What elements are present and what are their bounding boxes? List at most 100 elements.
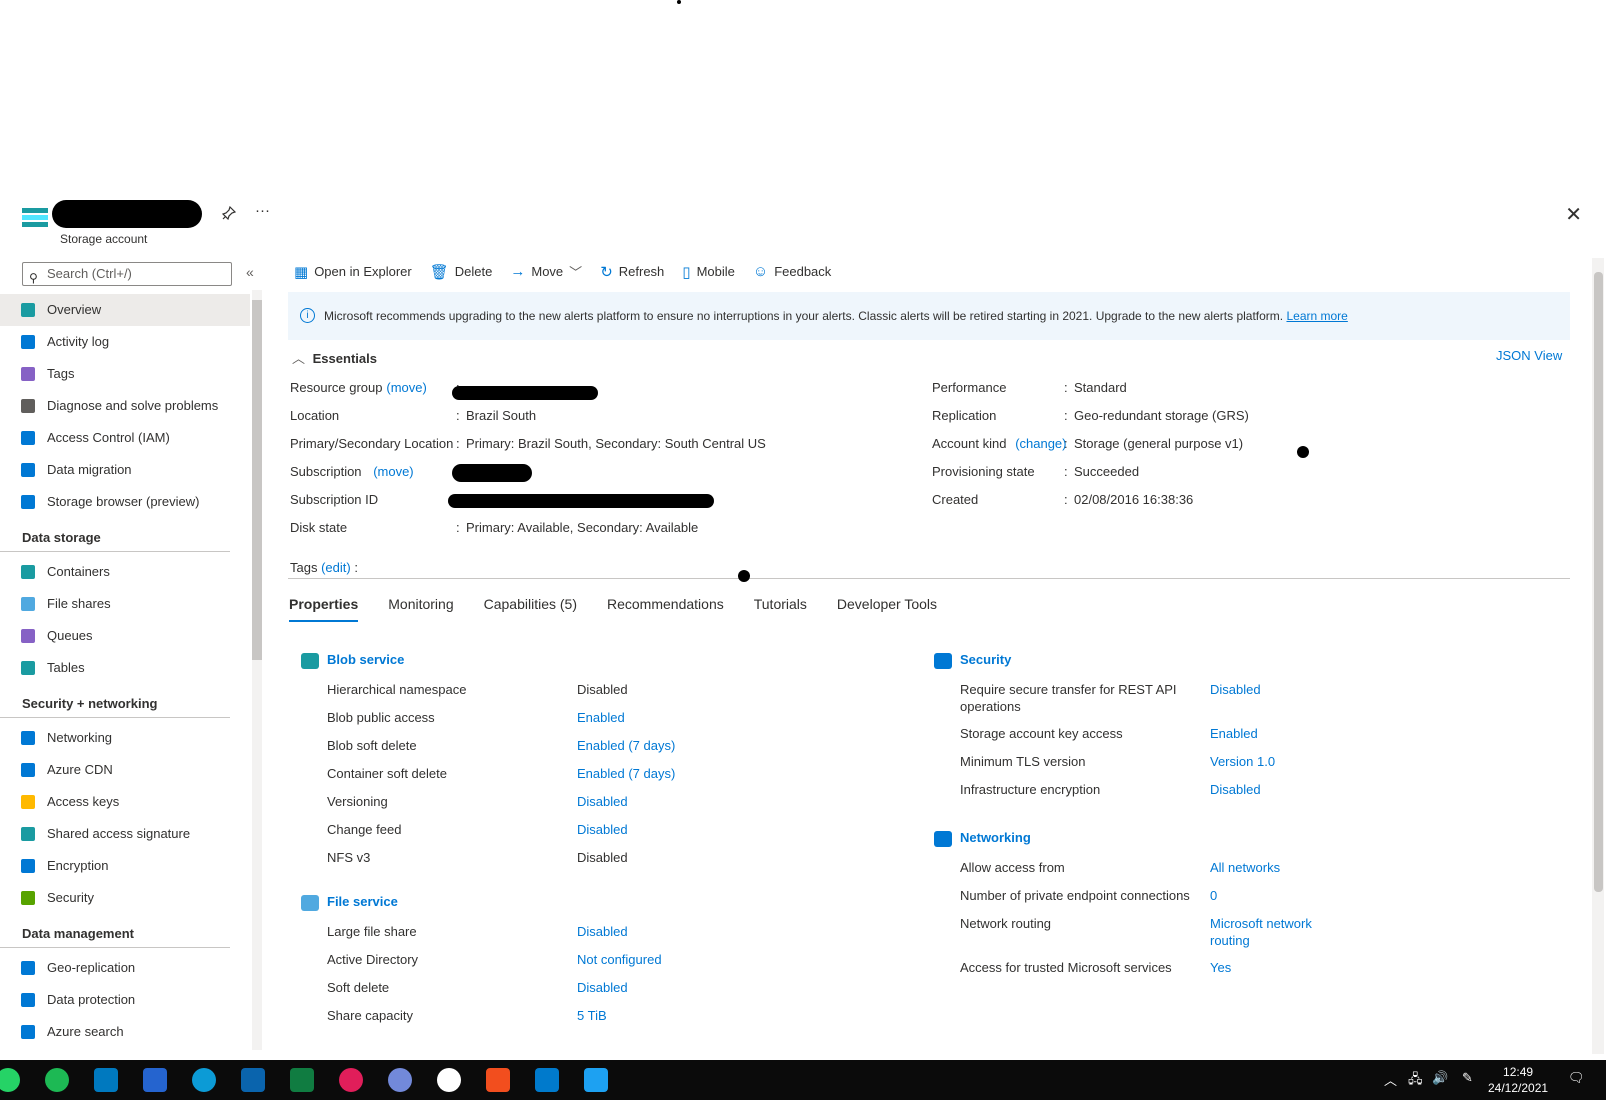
learn-more-link[interactable]: Learn more <box>1286 309 1347 323</box>
discord-icon[interactable] <box>388 1068 412 1092</box>
sidebar-item-diagnose-and-solve-problems[interactable]: Diagnose and solve problems <box>0 390 250 422</box>
sidebar-item-azure-cdn[interactable]: Azure CDN <box>0 754 250 786</box>
essentials-action-link[interactable]: (move) <box>373 464 413 479</box>
vscode-icon[interactable] <box>535 1068 559 1092</box>
sidebar-item-networking[interactable]: Networking <box>0 722 250 754</box>
tab-capabilities-5[interactable]: Capabilities (5) <box>484 596 577 622</box>
sidebar-item-containers[interactable]: Containers <box>0 556 250 588</box>
twitter-icon[interactable] <box>584 1068 608 1092</box>
tab-developer-tools[interactable]: Developer Tools <box>837 596 937 622</box>
tab-tutorials[interactable]: Tutorials <box>754 596 807 622</box>
property-value[interactable]: 5 TiB <box>577 1008 607 1023</box>
stray-dot <box>677 0 681 4</box>
sidebar-scrollbar-thumb[interactable] <box>252 300 262 660</box>
property-value[interactable]: Version 1.0 <box>1210 754 1275 769</box>
sidebar-item-encryption[interactable]: Encryption <box>0 850 250 882</box>
essentials-action-link[interactable]: (change) <box>1015 436 1066 451</box>
tab-properties[interactable]: Properties <box>289 596 359 622</box>
delete-button[interactable]: 🗑 Delete <box>430 262 493 281</box>
trello-icon[interactable] <box>94 1068 118 1092</box>
outlook-icon[interactable] <box>241 1068 265 1092</box>
essentials-colon: : <box>1064 464 1068 479</box>
sidebar-item-geo-replication[interactable]: Geo-replication <box>0 952 250 984</box>
stray-dot <box>1297 446 1309 458</box>
feedback-button[interactable]: ☺ Feedback <box>753 262 831 281</box>
network-icon[interactable]: 🖧 <box>1408 1070 1423 1092</box>
close-icon[interactable]: ✕ <box>1565 202 1582 227</box>
clock[interactable]: 12:49 24/12/2021 <box>1488 1064 1548 1096</box>
property-label: Soft delete <box>327 980 390 995</box>
sidebar-item-overview[interactable]: Overview <box>0 294 250 326</box>
open-in-explorer-button[interactable]: ▦ Open in Explorer <box>294 262 412 281</box>
property-row: Minimum TLS version Version 1.0 <box>960 754 1360 769</box>
collapse-sidebar-button[interactable]: « <box>246 264 254 280</box>
sidebar-item-label: Encryption <box>47 858 109 873</box>
sidebar-item-azure-search[interactable]: Azure search <box>0 1016 250 1048</box>
file-section-title[interactable]: File service <box>327 894 398 909</box>
sidebar-item-activity-log[interactable]: Activity log <box>0 326 250 358</box>
search-input[interactable]: ⚲ Search (Ctrl+/) <box>22 262 232 286</box>
sidebar-item-tables[interactable]: Tables <box>0 652 250 684</box>
blob-section-title[interactable]: Blob service <box>327 652 404 667</box>
json-view-link[interactable]: JSON View <box>1496 348 1562 363</box>
tab-monitoring[interactable]: Monitoring <box>388 596 453 622</box>
property-value[interactable]: Disabled <box>1210 782 1261 797</box>
property-value[interactable]: Disabled <box>577 924 628 939</box>
sidebar-item-tags[interactable]: Tags <box>0 358 250 390</box>
pin-icon[interactable] <box>221 205 237 224</box>
figma-icon[interactable] <box>486 1068 510 1092</box>
essentials-action-link[interactable]: (move) <box>386 380 426 395</box>
todo-icon[interactable] <box>143 1068 167 1092</box>
property-value-text: Enabled <box>577 710 625 725</box>
pen-icon[interactable]: ✎ <box>1462 1070 1473 1086</box>
volume-icon[interactable]: 🔊 <box>1432 1070 1448 1086</box>
property-value[interactable]: Yes <box>1210 960 1231 975</box>
sidebar-item-data-migration[interactable]: Data migration <box>0 454 250 486</box>
property-value[interactable]: Disabled <box>1210 682 1261 697</box>
property-value[interactable]: Enabled <box>1210 726 1258 741</box>
sidebar-item-shared-access-signature[interactable]: Shared access signature <box>0 818 250 850</box>
data-migration-icon <box>21 463 35 477</box>
sidebar-item-security[interactable]: Security <box>0 882 250 914</box>
notifications-icon[interactable]: 🗨 <box>1568 1070 1585 1086</box>
property-value[interactable]: Microsoft network routing <box>1210 916 1312 948</box>
sidebar-item-storage-browser-preview[interactable]: Storage browser (preview) <box>0 486 250 518</box>
property-value[interactable]: Disabled <box>577 822 628 837</box>
tray-chevron-icon[interactable]: ︿ <box>1384 1070 1397 1089</box>
property-value[interactable]: All networks <box>1210 860 1280 875</box>
more-options-button[interactable]: ··· <box>255 202 270 219</box>
sidebar-item-data-protection[interactable]: Data protection <box>0 984 250 1016</box>
tags-edit-link[interactable]: (edit) <box>321 560 351 575</box>
property-value[interactable]: Not configured <box>577 952 662 967</box>
property-value[interactable]: Enabled (7 days) <box>577 738 675 753</box>
whatsapp-icon[interactable] <box>0 1068 20 1092</box>
property-value[interactable]: Disabled <box>577 794 628 809</box>
property-value[interactable]: Disabled <box>577 980 628 995</box>
mongodb-icon[interactable] <box>437 1068 461 1092</box>
sidebar-item-access-keys[interactable]: Access keys <box>0 786 250 818</box>
sidebar-item-access-control-iam[interactable]: Access Control (IAM) <box>0 422 250 454</box>
property-value[interactable]: Enabled <box>577 710 625 725</box>
explorer-icon: ▦ <box>294 263 309 281</box>
sidebar-item-queues[interactable]: Queues <box>0 620 250 652</box>
chevron-down-icon: ﹀ <box>569 265 583 280</box>
property-value[interactable]: 0 <box>1210 888 1217 903</box>
essentials-toggle[interactable]: ︿ Essentials <box>292 348 377 367</box>
move-button[interactable]: → Move ﹀ <box>510 262 582 281</box>
refresh-button[interactable]: ↻ Refresh <box>600 262 664 281</box>
edge-icon[interactable] <box>192 1068 216 1092</box>
slack-icon[interactable] <box>339 1068 363 1092</box>
mobile-button[interactable]: ▯ Mobile <box>682 262 735 281</box>
essentials-value: Geo-redundant storage (GRS) <box>1074 408 1249 423</box>
security-section-title[interactable]: Security <box>960 652 1011 667</box>
sidebar-section-header: Data storage <box>0 518 230 552</box>
spotify-icon[interactable] <box>45 1068 69 1092</box>
sidebar-item-file-shares[interactable]: File shares <box>0 588 250 620</box>
property-label: Large file share <box>327 924 417 939</box>
search-placeholder: Search (Ctrl+/) <box>47 266 132 281</box>
networking-section-title[interactable]: Networking <box>960 830 1031 845</box>
excel-icon[interactable] <box>290 1068 314 1092</box>
main-scrollbar-thumb[interactable] <box>1594 272 1603 892</box>
property-value[interactable]: Enabled (7 days) <box>577 766 675 781</box>
tab-recommendations[interactable]: Recommendations <box>607 596 724 622</box>
